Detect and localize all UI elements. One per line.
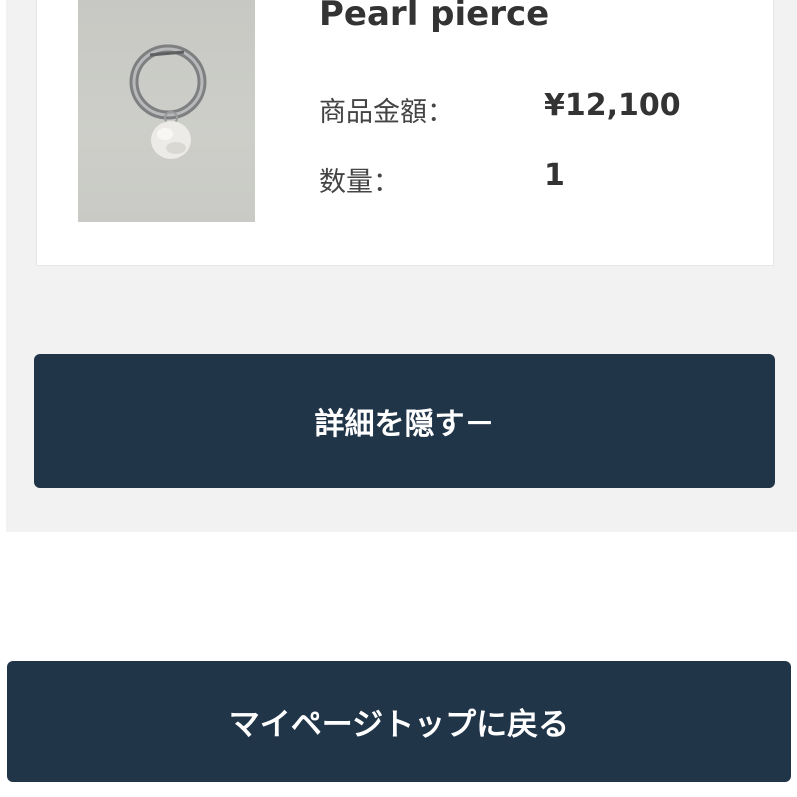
quantity-value: 1 xyxy=(544,158,565,193)
order-detail-page: Pearl pierce 商品金額： ¥12,100 数量： 1 詳細を隠す－ … xyxy=(0,0,797,797)
product-image xyxy=(78,0,255,222)
order-items-section: Pearl pierce 商品金額： ¥12,100 数量： 1 詳細を隠す－ xyxy=(6,0,797,532)
back-to-mypage-button[interactable]: マイページトップに戻る xyxy=(7,661,791,782)
quantity-label: 数量： xyxy=(319,167,400,198)
back-to-mypage-label: マイページトップに戻る xyxy=(228,707,570,743)
price-label: 商品金額： xyxy=(319,97,454,128)
hide-details-label: 詳細を隠す－ xyxy=(314,407,495,442)
hide-details-button[interactable]: 詳細を隠す－ xyxy=(34,354,775,488)
order-item-card: Pearl pierce 商品金額： ¥12,100 数量： 1 xyxy=(36,0,774,266)
price-value: ¥12,100 xyxy=(544,88,681,123)
product-name: Pearl pierce xyxy=(319,0,550,34)
